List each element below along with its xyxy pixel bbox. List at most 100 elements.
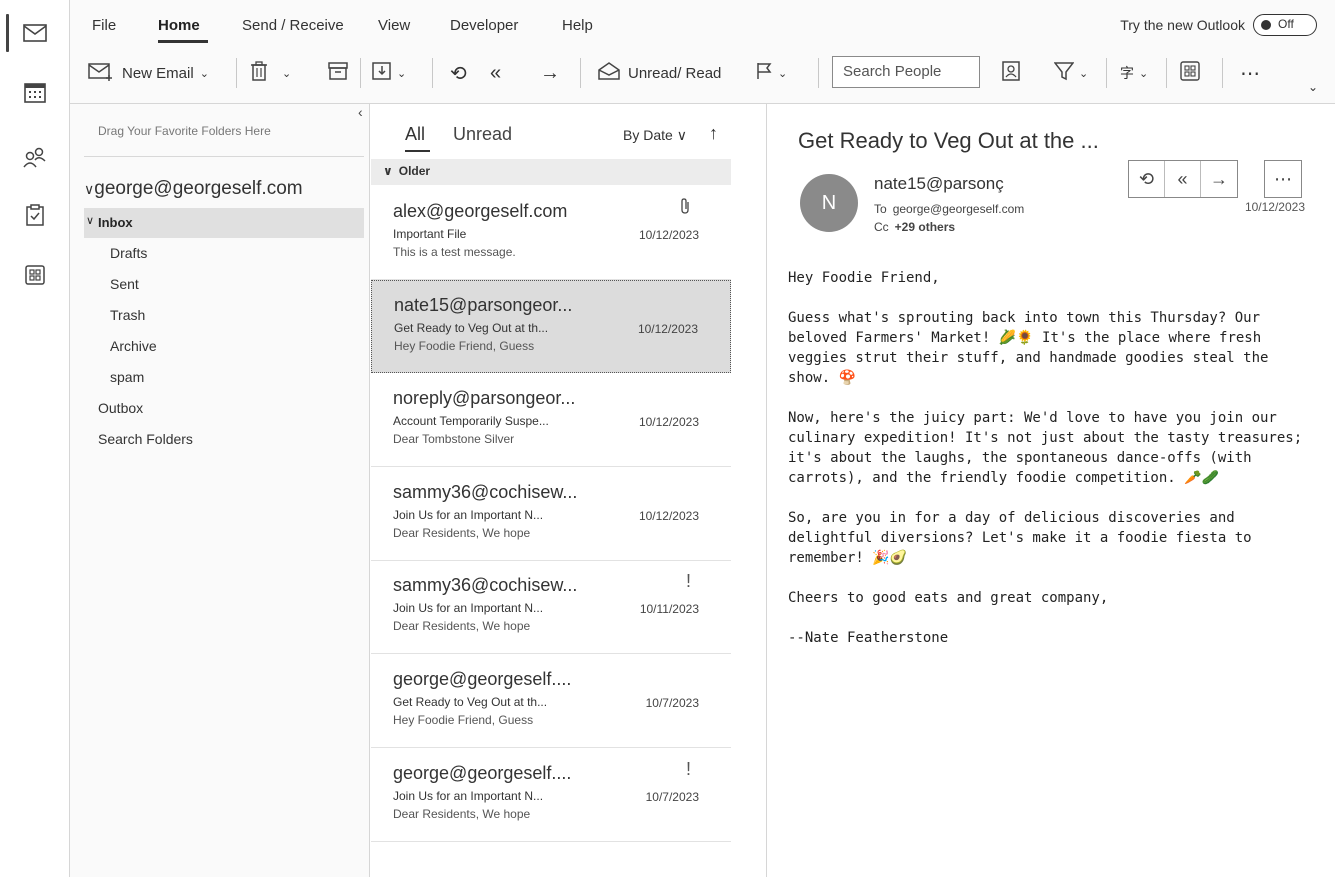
message-sender: george@georgeself....: [393, 763, 572, 783]
body-paragraph: So, are you in for a day of delicious di…: [788, 510, 1252, 566]
message-item[interactable]: noreply@parsongeor... Account Temporaril…: [371, 374, 731, 467]
archive-button[interactable]: [328, 58, 348, 88]
separator: [1222, 58, 1223, 88]
separator: [360, 58, 361, 88]
forward-icon[interactable]: →: [1201, 161, 1237, 197]
reply-button[interactable]: ⟲: [450, 58, 467, 88]
message-preview: Hey Foodie Friend, Guess: [394, 339, 535, 353]
calendar-icon[interactable]: [18, 76, 52, 110]
message-preview: Dear Residents, We hope: [393, 619, 531, 633]
message-preview: Dear Residents, We hope: [393, 526, 531, 540]
address-book-button[interactable]: [1002, 58, 1020, 88]
apps-icon[interactable]: [18, 258, 52, 292]
folder-sent[interactable]: Sent: [110, 276, 139, 292]
delete-button[interactable]: ⌄: [250, 58, 291, 88]
tab-help[interactable]: Help: [562, 17, 593, 34]
folder-trash[interactable]: Trash: [110, 307, 145, 323]
group-header[interactable]: ∨ Older: [371, 159, 731, 185]
more-options-button[interactable]: ⋯: [1240, 58, 1262, 88]
reply-icon[interactable]: ⟲: [1129, 161, 1165, 197]
message-item[interactable]: george@georgeself.... Get Ready to Veg O…: [371, 655, 731, 748]
cc-others[interactable]: +29 others: [895, 220, 955, 234]
message-date: 10/11/2023: [639, 602, 699, 616]
more-icon[interactable]: ⋯: [1265, 161, 1301, 197]
collapse-pane-icon[interactable]: ‹: [358, 104, 363, 120]
forward-button[interactable]: →: [540, 58, 560, 88]
sender-name[interactable]: nate15@parsonç: [874, 174, 1004, 194]
avatar[interactable]: N: [800, 174, 858, 232]
tab-send-receive[interactable]: Send / Receive: [242, 17, 344, 34]
new-email-button[interactable]: New Email ⌄: [88, 58, 209, 88]
flag-button[interactable]: ⌄: [756, 58, 787, 88]
message-sender: noreply@parsongeor...: [393, 388, 576, 408]
new-email-icon: [88, 61, 114, 85]
message-body: Hey Foodie Friend, Guess what's sproutin…: [788, 268, 1318, 668]
sort-direction-icon[interactable]: ↑: [709, 123, 718, 144]
more-icon: ⋯: [1240, 62, 1262, 85]
tab-view[interactable]: View: [378, 17, 410, 34]
filter-all-tab[interactable]: All: [405, 124, 425, 145]
message-item[interactable]: sammy36@cochisew... Join Us for an Impor…: [371, 468, 731, 561]
tasks-icon[interactable]: [18, 198, 52, 232]
message-preview: Hey Foodie Friend, Guess: [393, 713, 534, 727]
more-actions: ⋯: [1264, 160, 1302, 198]
chevron-down-icon: ∨: [383, 164, 393, 178]
sort-label: By Date: [623, 127, 673, 143]
archive-icon: [328, 62, 348, 84]
paperclip-icon: [679, 197, 691, 220]
chevron-down-icon: ⌄: [1308, 80, 1319, 94]
unread-read-label: Unread/ Read: [628, 64, 722, 82]
apps-button[interactable]: [1180, 58, 1200, 88]
new-outlook-toggle[interactable]: Off: [1253, 14, 1317, 36]
message-sender: nate15@parsongeor...: [394, 295, 573, 315]
new-email-label: New Email: [122, 64, 194, 82]
separator: [1106, 58, 1107, 88]
tab-developer[interactable]: Developer: [450, 17, 518, 34]
folder-search-folders[interactable]: Search Folders: [98, 431, 193, 447]
folder-drafts[interactable]: Drafts: [110, 245, 147, 261]
mail-icon[interactable]: [18, 16, 52, 50]
favorites-hint: Drag Your Favorite Folders Here: [98, 124, 271, 138]
to-address[interactable]: george@georgeself.com: [893, 202, 1025, 216]
importance-icon: !: [685, 759, 691, 779]
translate-button[interactable]: 字 ⌄: [1120, 58, 1148, 88]
toggle-dot: [1261, 20, 1271, 30]
filter-active-underline: [405, 150, 430, 152]
account-name: george@georgeself.com: [94, 178, 303, 199]
folder-inbox[interactable]: ∨ Inbox: [84, 208, 364, 238]
toggle-label: Off: [1278, 17, 1294, 31]
message-item[interactable]: george@georgeself.... Join Us for an Imp…: [371, 749, 731, 842]
people-icon[interactable]: [18, 140, 52, 174]
account-header[interactable]: ∨george@georgeself.com: [84, 178, 303, 200]
filter-icon: [1053, 61, 1075, 85]
filter-button[interactable]: ⌄: [1053, 58, 1089, 88]
message-subject: Join Us for an Important N...: [393, 508, 544, 522]
message-item[interactable]: alex@georgeself.com Important File This …: [371, 187, 731, 280]
tab-file[interactable]: File: [92, 17, 116, 34]
unread-read-button[interactable]: Unread/ Read: [598, 58, 721, 88]
chevron-down-icon: ⌄: [1139, 67, 1149, 80]
folder-archive[interactable]: Archive: [110, 338, 157, 354]
try-new-outlook-label: Try the new Outlook: [1120, 17, 1245, 33]
message-item[interactable]: sammy36@cochisew... Join Us for an Impor…: [371, 561, 731, 654]
chevron-down-icon: ⌄: [1079, 67, 1089, 80]
move-button[interactable]: ⌄: [372, 58, 406, 88]
message-preview: Dear Tombstone Silver: [393, 432, 515, 446]
message-date: 10/12/2023: [638, 509, 699, 523]
message-subject: Account Temporarily Suspe...: [393, 414, 549, 428]
folder-outbox[interactable]: Outbox: [98, 400, 143, 416]
group-label: Older: [398, 164, 431, 178]
reply-all-icon: «: [490, 61, 502, 84]
reply-all-icon[interactable]: «: [1165, 161, 1201, 197]
chevron-down-icon: ⌄: [397, 67, 407, 80]
address-book-icon: [1002, 61, 1020, 85]
search-people-input[interactable]: Search People: [832, 56, 980, 88]
tab-home[interactable]: Home: [158, 17, 200, 34]
message-item-selected[interactable]: nate15@parsongeor... Get Ready to Veg Ou…: [371, 280, 731, 373]
chevron-down-icon: ⌄: [778, 67, 788, 80]
reply-all-button[interactable]: «: [490, 58, 501, 88]
expand-ribbon-button[interactable]: ⌄: [1308, 72, 1318, 102]
folder-spam[interactable]: spam: [110, 369, 144, 385]
filter-unread-tab[interactable]: Unread: [453, 124, 512, 145]
sort-dropdown[interactable]: By Date ∨: [623, 127, 687, 144]
